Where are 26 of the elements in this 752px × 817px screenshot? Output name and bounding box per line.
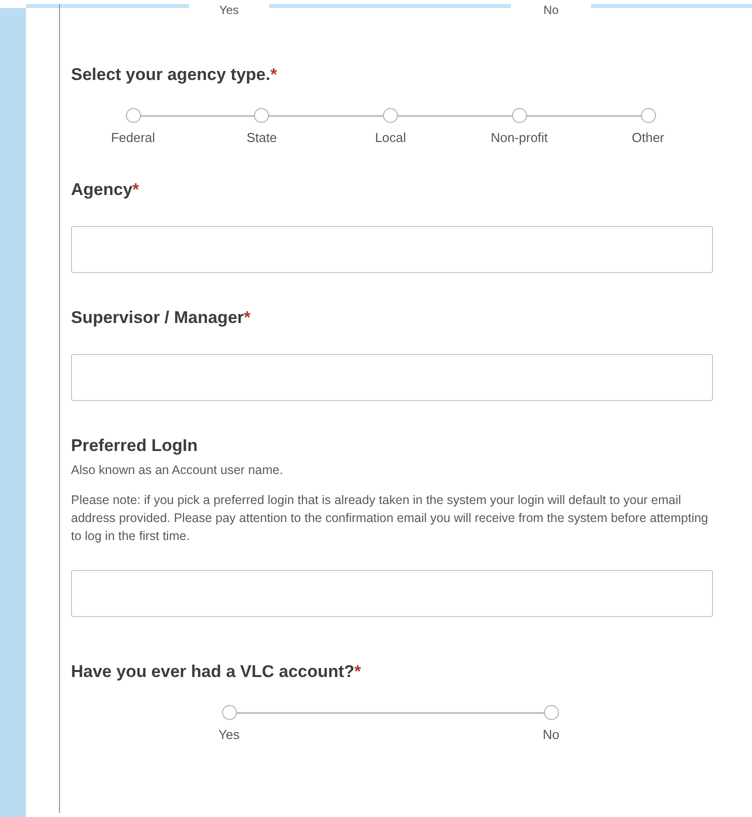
question-label: Agency* xyxy=(71,179,140,201)
radio-button[interactable] xyxy=(544,705,558,720)
text-input-field[interactable] xyxy=(71,570,713,617)
help-text: Also known as an Account user name. xyxy=(71,462,284,479)
radio-button[interactable] xyxy=(126,108,140,123)
option-label: State xyxy=(246,130,277,145)
option-label: Non-profit xyxy=(490,130,548,145)
option-label: Yes xyxy=(189,4,269,17)
text-input-field[interactable] xyxy=(71,226,713,273)
radio-button[interactable] xyxy=(640,108,656,123)
option-label: Other xyxy=(632,130,664,145)
option-label: No xyxy=(542,727,560,742)
text-input-field[interactable] xyxy=(71,354,713,401)
question-label: Have you ever had a VLC account?* xyxy=(71,661,362,683)
radio-button[interactable] xyxy=(383,108,398,123)
option-label: No xyxy=(511,4,591,17)
question-label: Select your agency type.* xyxy=(71,64,278,86)
question-label: Supervisor / Manager* xyxy=(71,307,252,329)
radio-button[interactable] xyxy=(254,108,270,123)
radio-button[interactable] xyxy=(222,705,236,720)
option-label: Yes xyxy=(218,727,240,742)
help-text: Please note: if you pick a preferred login that is already taken in the system your login will default to your email address provided. Please pay attention to the confirmation email you will receive from the system before attempting to log in the first time. xyxy=(71,492,710,545)
question-label: Preferred LogIn xyxy=(71,435,199,457)
radio-button[interactable] xyxy=(512,108,527,123)
option-label: Federal xyxy=(110,130,156,145)
option-label: Local xyxy=(374,130,406,145)
